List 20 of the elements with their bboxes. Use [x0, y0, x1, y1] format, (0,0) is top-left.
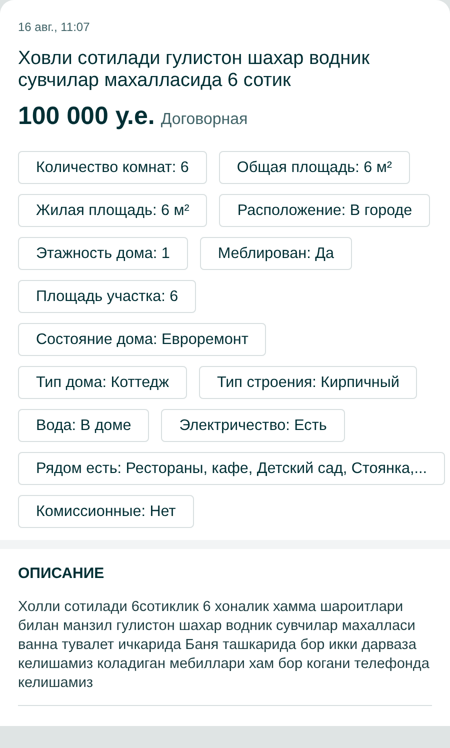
- parameter-tag: Рядом есть: Рестораны, кафе, Детский сад, Стоянка,...: [18, 452, 446, 486]
- parameter-tag: Этажность дома: 1: [18, 237, 188, 270]
- parameter-tag: Площадь участка: 6: [18, 280, 196, 314]
- parameter-tag: Вода: В доме: [18, 409, 150, 442]
- description-text: Холли сотилади 6сотиклик 6 хоналик хамма шароитлари билан манзил гулистон шахар водник сувчилар махалласи ванна тувалет ичкарида Баня ташкарида бор икки дарваза келишамиз коладиган мебиллари хам бор когани телефонда келишамиз: [18, 598, 432, 706]
- parameter-tag: Количество комнат: 6: [18, 151, 207, 184]
- parameter-tag: Электричество: Есть: [161, 409, 345, 442]
- parameter-tag: Тип дома: Коттедж: [18, 366, 187, 400]
- parameter-tag: Тип строения: Кирпичный: [198, 366, 418, 400]
- section-heading: ОПИСАНИЕ: [18, 564, 106, 584]
- parameter-tag: Жилая площадь: 6 м²: [18, 194, 208, 228]
- price-note: Договорная: [160, 110, 248, 130]
- parameter-tag: Расположение: В городе: [219, 194, 430, 228]
- price: 100 000 у.е.: [18, 100, 155, 132]
- post-date: 16 авг., 11:07: [18, 19, 91, 36]
- parameter-tag: Меблирован: Да: [200, 237, 352, 270]
- parameter-tag: Комиссионные: Нет: [18, 495, 194, 528]
- listing-title: Ховли сотилади гулистон шахар водник сувчилар махалласида 6 сотик: [18, 48, 371, 92]
- parameter-tag: Общая площадь: 6 м²: [218, 151, 410, 184]
- parameter-tag: Состояние дома: Евроремонт: [18, 323, 266, 356]
